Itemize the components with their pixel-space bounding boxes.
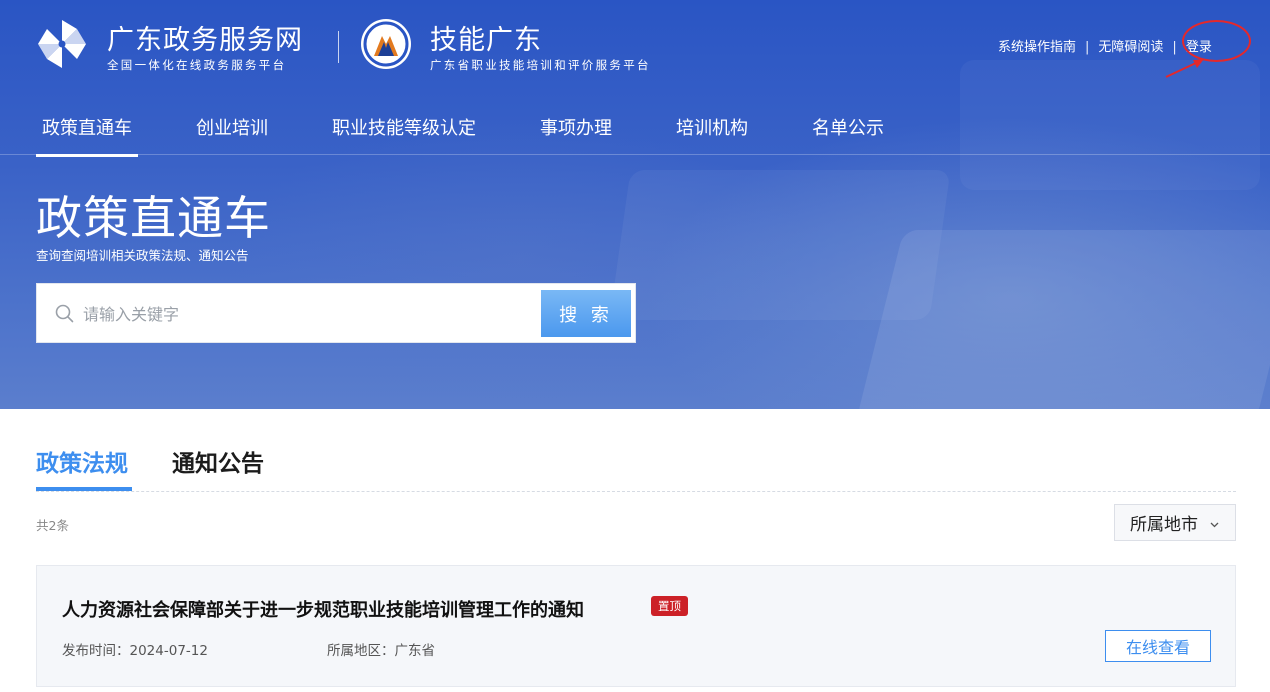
emblem-icon[interactable] (360, 18, 412, 70)
accessible-reading-link[interactable]: 无障碍阅读 (1098, 36, 1163, 55)
tab-notices[interactable]: 通知公告 (172, 444, 264, 478)
nav-item-services[interactable]: 事项办理 (540, 114, 612, 140)
search-icon (55, 304, 74, 323)
publish-date: 发布时间：2024-07-12 (62, 639, 208, 659)
brand-title[interactable]: 广东政务服务网 (107, 18, 303, 57)
item-region: 所属地区：广东省 (327, 639, 435, 659)
region-filter-select[interactable]: 所属地市 (1114, 504, 1236, 541)
chevron-down-icon (1210, 522, 1219, 528)
background-decoration (856, 230, 1270, 409)
pinned-badge: 置顶 (651, 596, 688, 616)
search-button[interactable]: 搜 索 (541, 290, 631, 337)
brand-divider (338, 31, 339, 63)
tab-policy-regulations[interactable]: 政策法规 (36, 444, 128, 478)
nav-item-entrepreneurship[interactable]: 创业培训 (196, 114, 268, 140)
hero-banner: 广东政务服务网 全国一体化在线政务服务平台 技能广东 广东省职业技能培训和评价服… (0, 0, 1270, 409)
region-value: 广东省 (394, 643, 436, 659)
annotation-arrow-icon (1165, 59, 1204, 78)
pinwheel-logo-icon[interactable] (36, 18, 88, 70)
publish-date-label: 发布时间： (62, 643, 130, 659)
publish-date-value: 2024-07-12 (129, 643, 208, 659)
brand-subtitle: 全国一体化在线政务服务平台 (107, 58, 287, 72)
view-online-button[interactable]: 在线查看 (1105, 630, 1211, 662)
page-title: 政策直通车 (36, 191, 271, 245)
search-input[interactable] (83, 298, 523, 330)
main-nav: 政策直通车 创业培训 职业技能等级认定 事项办理 培训机构 名单公示 (0, 100, 1270, 157)
link-separator: | (1085, 40, 1090, 55)
result-count: 共2条 (36, 518, 69, 533)
platform-title[interactable]: 技能广东 (430, 18, 542, 57)
content-tabs: 政策法规 通知公告 (36, 430, 1236, 492)
nav-item-public-list[interactable]: 名单公示 (812, 114, 884, 140)
guide-link[interactable]: 系统操作指南 (998, 36, 1076, 55)
platform-subtitle: 广东省职业技能培训和评价服务平台 (430, 58, 651, 72)
search-box: 搜 索 (36, 283, 636, 343)
item-title[interactable]: 人力资源社会保障部关于进一步规范职业技能培训管理工作的通知 (62, 596, 584, 622)
page-subtitle: 查询查阅培训相关政策法规、通知公告 (36, 248, 249, 263)
region-label: 所属地区： (327, 643, 395, 659)
list-item: 人力资源社会保障部关于进一步规范职业技能培训管理工作的通知 置顶 发布时间：20… (36, 565, 1236, 687)
region-filter-label: 所属地市 (1130, 515, 1198, 535)
active-tab-indicator (36, 487, 132, 491)
nav-item-policy[interactable]: 政策直通车 (36, 114, 138, 157)
nav-item-skill-certification[interactable]: 职业技能等级认定 (332, 114, 476, 140)
nav-item-institutions[interactable]: 培训机构 (676, 114, 748, 140)
